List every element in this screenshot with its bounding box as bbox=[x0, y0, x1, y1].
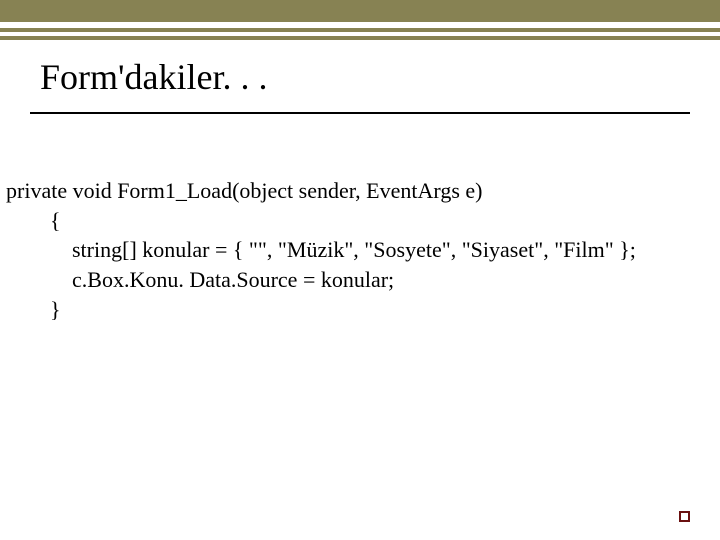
slide-title: Form'dakiler. . . bbox=[40, 56, 267, 98]
code-line-5: } bbox=[6, 297, 61, 322]
title-underline bbox=[30, 112, 690, 114]
slide: Form'dakiler. . . private void Form1_Loa… bbox=[0, 0, 720, 540]
decor-stripe-thin-2 bbox=[0, 36, 720, 40]
decor-square-icon bbox=[679, 511, 690, 522]
decor-stripe-wide bbox=[0, 0, 720, 22]
code-line-3: string[] konular = { "", "Müzik", "Sosye… bbox=[6, 237, 636, 262]
code-line-4: c.Box.Konu. Data.Source = konular; bbox=[6, 267, 394, 292]
code-line-1: private void Form1_Load(object sender, E… bbox=[6, 178, 482, 203]
code-line-2: { bbox=[6, 208, 61, 233]
decor-stripe-thin-1 bbox=[0, 28, 720, 32]
code-block: private void Form1_Load(object sender, E… bbox=[6, 176, 714, 324]
